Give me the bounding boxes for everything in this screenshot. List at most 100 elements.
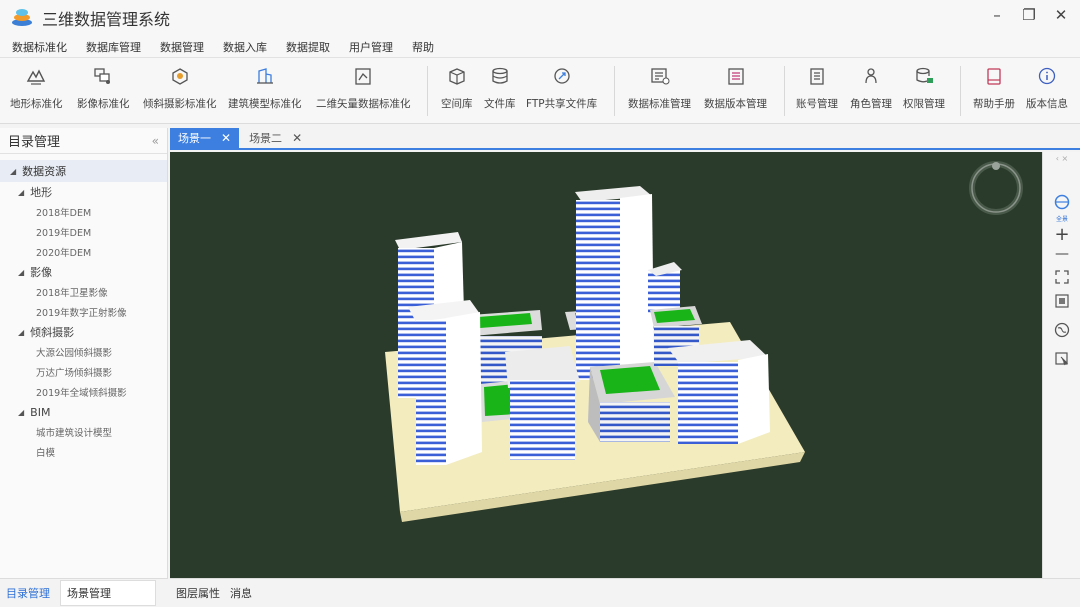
version-info-button[interactable]: 版本信息 [1026, 66, 1068, 111]
tab-catalog[interactable]: 目录管理 [0, 581, 56, 605]
caret-down-icon: ◢ [18, 187, 25, 197]
toolbar-divider [960, 66, 961, 116]
tree-item[interactable]: 大源公园倾斜摄影 [0, 342, 167, 362]
permission-manage-button[interactable]: 权限管理 [903, 66, 945, 111]
tower-right-small [648, 262, 682, 315]
tree-category-terrain[interactable]: ◢ 地形 [0, 182, 167, 202]
tree-item[interactable]: 2019年全域倾斜摄影 [0, 382, 167, 402]
catalog-panel-title: 目录管理 [8, 135, 61, 150]
account-manage-button[interactable]: 账号管理 [796, 66, 838, 111]
zoom-in-button[interactable]: + [1043, 224, 1080, 245]
tree-item[interactable]: 白模 [0, 442, 167, 462]
manual-icon [987, 68, 1001, 85]
data-version-manage-button[interactable]: 数据版本管理 [704, 66, 767, 111]
terrain-icon [27, 69, 46, 85]
data-standard-manage-button[interactable]: 数据标准管理 [628, 66, 691, 111]
file-db-icon [492, 67, 508, 84]
tree-root-data-resources[interactable]: ◢ 数据资源 [0, 160, 167, 182]
app-title: 三维数据管理系统 [42, 10, 171, 29]
menu-user-manage[interactable]: 用户管理 [349, 39, 393, 55]
title-bar: 三维数据管理系统 – ❐ ✕ [0, 0, 1080, 36]
menu-bar: 数据标准化 数据库管理 数据管理 数据入库 数据提取 用户管理 帮助 [0, 36, 1080, 58]
building-model-standardize-button[interactable]: 建筑模型标准化 [228, 66, 302, 111]
oblique-photo-icon [172, 68, 188, 85]
tower-front-right [668, 340, 770, 444]
file-db-button[interactable]: 文件库 [484, 66, 516, 111]
tree-item[interactable]: 2019年DEM [0, 222, 167, 242]
toolbar-divider [784, 66, 785, 116]
tab-layer-properties[interactable]: 图层属性 [176, 585, 220, 601]
toolbar-divider [614, 66, 615, 116]
tab-messages[interactable]: 消息 [230, 585, 252, 601]
city-3d-scene [385, 161, 1023, 522]
collapse-tools-icon[interactable]: ‹ × [1043, 154, 1080, 163]
vector-standardize-button[interactable]: 二维矢量数据标准化 [316, 66, 411, 111]
tree-item[interactable]: 2020年DEM [0, 242, 167, 262]
tree-item[interactable]: 万达广场倾斜摄影 [0, 362, 167, 382]
restore-button[interactable]: ❐ [1022, 6, 1036, 24]
vector-data-icon [355, 68, 371, 85]
app-logo-icon [10, 7, 34, 29]
cursor-select-icon [1055, 352, 1069, 366]
close-window-button[interactable]: ✕ [1054, 6, 1068, 24]
oblique-photo-standardize-button[interactable]: 倾斜摄影标准化 [143, 66, 217, 111]
zoom-extent-button[interactable] [1043, 294, 1080, 312]
tree-item[interactable]: 2018年DEM [0, 202, 167, 222]
account-icon [810, 68, 824, 85]
data-standard-icon [650, 68, 669, 85]
earth-view-button[interactable] [1043, 322, 1080, 342]
podium-block [505, 346, 580, 460]
tab-scene-manage[interactable]: 场景管理 [60, 580, 156, 606]
tab-scene-1[interactable]: 场景一 ✕ [170, 128, 240, 148]
spatial-db-button[interactable]: 空间库 [441, 66, 473, 111]
menu-help[interactable]: 帮助 [412, 39, 434, 55]
role-manage-button[interactable]: 角色管理 [850, 66, 892, 111]
role-icon [865, 68, 877, 84]
tree-item[interactable]: 2019年数字正射影像 [0, 302, 167, 322]
minimize-button[interactable]: – [990, 6, 1004, 24]
ftp-icon [553, 68, 570, 84]
caret-down-icon: ◢ [18, 327, 25, 337]
tree-category-bim[interactable]: ◢ BIM [0, 402, 167, 422]
menu-data-extract[interactable]: 数据提取 [286, 39, 330, 55]
bottom-tab-bar: 图层属性 消息 [170, 578, 1080, 607]
menu-data-manage[interactable]: 数据管理 [160, 39, 204, 55]
ftp-library-button[interactable]: FTP共享文件库 [526, 66, 597, 111]
imagery-standardize-button[interactable]: 影像标准化 [77, 66, 130, 111]
compass-icon[interactable] [969, 161, 1023, 215]
tree-item[interactable]: 城市建筑设计模型 [0, 422, 167, 442]
help-manual-button[interactable]: 帮助手册 [973, 66, 1015, 111]
menu-data-import[interactable]: 数据入库 [223, 39, 267, 55]
fullscreen-icon [1055, 270, 1069, 284]
fullscreen-button[interactable] [1043, 270, 1080, 288]
collapse-panel-button[interactable]: « [152, 134, 159, 148]
tree-category-imagery[interactable]: ◢ 影像 [0, 262, 167, 282]
caret-down-icon: ◢ [10, 166, 17, 176]
tower-central [575, 186, 654, 380]
spatial-db-icon [449, 68, 465, 85]
toolbar: 地形标准化 影像标准化 倾斜摄影标准化 建筑模型标准化 二维矢量数据标准化 空间… [0, 58, 1080, 124]
map-tools: ‹ × 全景 + — [1042, 152, 1080, 578]
tab-scene-2[interactable]: 场景二 ✕ [241, 128, 310, 148]
zoom-extent-icon [1055, 294, 1069, 308]
globe-icon [1054, 194, 1070, 210]
catalog-panel: 目录管理 « ◢ 数据资源 ◢ 地形 2018年DEM 2019年DEM 2020… [0, 128, 168, 578]
zoom-out-button[interactable]: — [1043, 246, 1080, 262]
tree-category-oblique[interactable]: ◢ 倾斜摄影 [0, 322, 167, 342]
permission-icon [916, 67, 933, 83]
menu-database-manage[interactable]: 数据库管理 [86, 39, 141, 55]
select-tool-button[interactable] [1043, 352, 1080, 370]
scene-viewport[interactable] [170, 152, 1042, 578]
tree-item[interactable]: 2018年卫星影像 [0, 282, 167, 302]
info-icon [1038, 67, 1056, 85]
imagery-icon [94, 68, 111, 84]
tower-front-left [408, 300, 482, 465]
left-panel-tabs: 目录管理 场景管理 [0, 578, 168, 607]
building-model-icon [256, 68, 273, 84]
globe-button[interactable]: 全景 [1043, 194, 1080, 223]
caret-down-icon: ◢ [18, 407, 25, 417]
terrain-standardize-button[interactable]: 地形标准化 [10, 66, 63, 111]
close-tab-icon[interactable]: ✕ [292, 131, 302, 145]
close-tab-icon[interactable]: ✕ [221, 131, 231, 145]
menu-data-standardize[interactable]: 数据标准化 [12, 39, 67, 55]
